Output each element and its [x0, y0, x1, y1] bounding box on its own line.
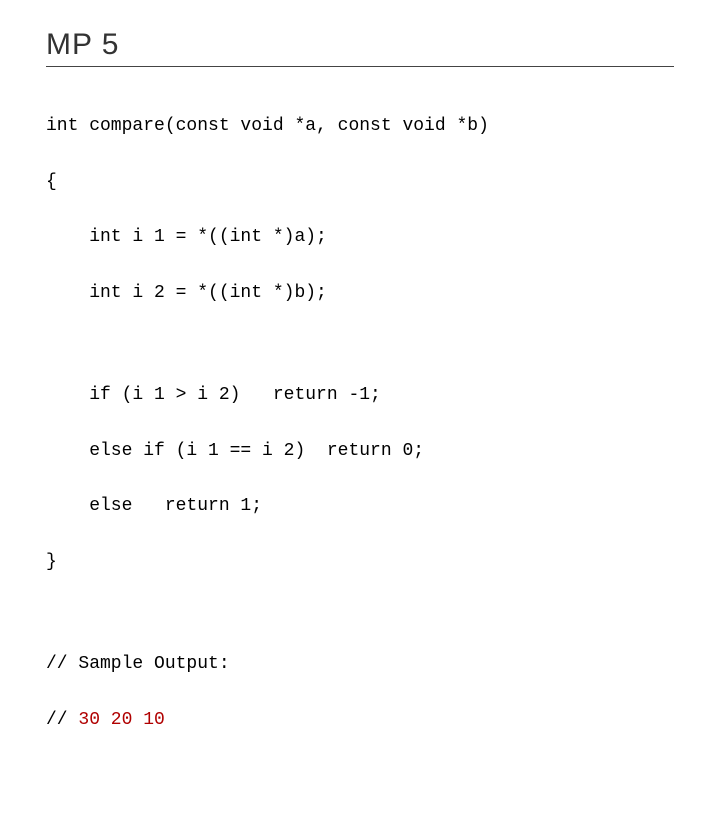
code-line: if (i 1 > i 2) return -1; [46, 382, 674, 410]
code-line: int i 1 = *((int *)a); [46, 224, 674, 252]
slide: MP 5 int compare(const void *a, const vo… [0, 0, 720, 818]
code-block: int compare(const void *a, const void *b… [46, 85, 674, 790]
code-line: else if (i 1 == i 2) return 0; [46, 438, 674, 466]
blank-line [46, 605, 674, 623]
code-line: // Sample Output: [46, 651, 674, 679]
comment-prefix: // [46, 710, 78, 730]
code-line: int i 2 = *((int *)b); [46, 280, 674, 308]
code-line: } [46, 549, 674, 577]
code-line: // 30 20 10 [46, 707, 674, 735]
code-line: { [46, 169, 674, 197]
blank-line [46, 336, 674, 354]
code-line: int compare(const void *a, const void *b… [46, 113, 674, 141]
slide-title: MP 5 [46, 28, 674, 67]
sample-output: 30 20 10 [78, 710, 164, 730]
code-line: else return 1; [46, 493, 674, 521]
